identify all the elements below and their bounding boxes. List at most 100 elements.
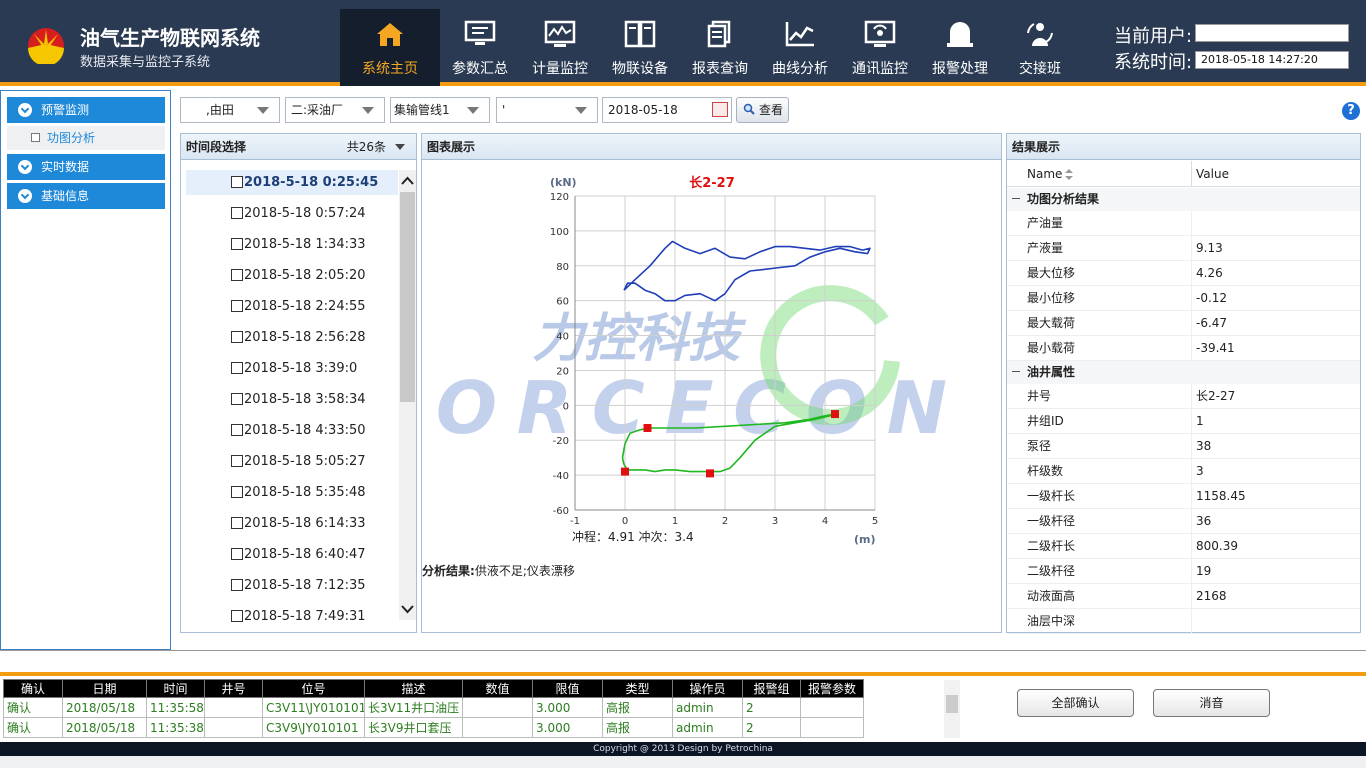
checkbox[interactable] (231, 207, 243, 219)
grid-row[interactable]: 油层中深 (1007, 609, 1360, 634)
nav-meter-monitor[interactable]: 计量监控 (520, 9, 600, 86)
name-column-header[interactable]: Name (1027, 161, 1062, 187)
grid-row[interactable]: 杆级数 3 (1007, 459, 1360, 484)
time-list-item[interactable]: 2018-5-18 2:56:28 (186, 325, 398, 356)
record-count-dropdown[interactable]: 共26条 (347, 134, 386, 160)
checkbox[interactable] (231, 610, 243, 622)
grid-row[interactable]: 最大载荷 -6.47 (1007, 311, 1360, 336)
alarm-column-header[interactable]: 井号 (204, 679, 263, 698)
alarm-column-header[interactable]: 操作员 (672, 679, 743, 698)
scroll-up-icon[interactable] (399, 170, 416, 192)
time-list-item[interactable]: 2018-5-18 6:14:33 (186, 511, 398, 542)
checkbox[interactable] (231, 393, 243, 405)
time-list-scrollbar[interactable] (399, 170, 416, 620)
alarm-row[interactable]: 确认 2018/05/18 11:35:38 C3V9\JY010101 长3V9井口套… (3, 717, 864, 738)
nav-iot-device[interactable]: 物联设备 (600, 9, 680, 86)
time-list-item[interactable]: 2018-5-18 7:12:35 (186, 573, 398, 604)
sidebar-section-label: 实时数据 (41, 160, 90, 174)
sidebar-section-realtime[interactable]: 实时数据 (7, 154, 165, 180)
grid-row[interactable]: 泵径 38 (1007, 434, 1360, 459)
nav-shift-handover[interactable]: 交接班 (1000, 9, 1080, 86)
alarm-row[interactable]: 确认 2018/05/18 11:35:58 C3V11\JY010101 长3V11井… (3, 697, 864, 718)
time-list-item[interactable]: 2018-5-18 0:57:24 (186, 201, 398, 232)
grid-row[interactable]: 产油量 (1007, 211, 1360, 236)
time-list-item[interactable]: 2018-5-18 5:05:27 (186, 449, 398, 480)
sidebar-item-dynagraph[interactable]: 功图分析 (7, 126, 165, 150)
grid-row[interactable]: 产液量 9.13 (1007, 236, 1360, 261)
alarm-confirm-cell[interactable]: 确认 (3, 717, 63, 738)
checkbox[interactable] (231, 331, 243, 343)
checkbox[interactable] (231, 579, 243, 591)
grid-row[interactable]: 二级杆长 800.39 (1007, 534, 1360, 559)
time-list-item[interactable]: 2018-5-18 6:40:47 (186, 542, 398, 573)
checkbox[interactable] (231, 548, 243, 560)
checkbox[interactable] (231, 424, 243, 436)
time-list-item[interactable]: 2018-5-18 3:39:0 (186, 356, 398, 387)
time-list-item[interactable]: 2018-5-18 2:24:55 (186, 294, 398, 325)
sidebar-section-warning[interactable]: 预警监测 (7, 97, 165, 123)
grid-row[interactable]: 最小载荷 -39.41 (1007, 336, 1360, 361)
time-list-item[interactable]: 2018-5-18 1:34:33 (186, 232, 398, 263)
confirm-all-button[interactable]: 全部确认 (1017, 689, 1134, 717)
help-icon[interactable]: ? (1342, 102, 1360, 120)
time-list-item[interactable]: 2018-5-18 7:49:31 (186, 604, 398, 635)
checkbox[interactable] (231, 362, 243, 374)
calendar-icon[interactable] (712, 102, 728, 117)
alarm-column-header[interactable]: 时间 (146, 679, 205, 698)
alarm-column-header[interactable]: 数值 (462, 679, 533, 698)
checkbox[interactable] (231, 238, 243, 250)
checkbox[interactable] (231, 176, 243, 188)
alarm-confirm-cell[interactable]: 确认 (3, 697, 63, 718)
sidebar-section-basic-info[interactable]: 基础信息 (7, 183, 165, 209)
checkbox[interactable] (231, 486, 243, 498)
alarm-column-header[interactable]: 确认 (3, 679, 63, 698)
nav-curve-analysis[interactable]: 曲线分析 (760, 9, 840, 86)
alarm-column-header[interactable]: 描述 (364, 679, 463, 698)
nav-report-query[interactable]: 报表查询 (680, 9, 760, 86)
view-button[interactable]: 查看 (736, 97, 789, 123)
scroll-thumb[interactable] (946, 695, 958, 713)
time-list-item[interactable]: 2018-5-18 0:25:45 (186, 170, 398, 195)
plant-select[interactable]: 二:采油厂 (285, 97, 385, 123)
value-column-header[interactable]: Value (1196, 161, 1229, 187)
well-select[interactable]: ' (496, 97, 598, 123)
checkbox[interactable] (231, 517, 243, 529)
scroll-down-icon[interactable] (399, 598, 416, 620)
grid-row[interactable]: 最小位移 -0.12 (1007, 286, 1360, 311)
oilfield-select[interactable]: ,由田 (180, 97, 280, 123)
checkbox[interactable] (231, 455, 243, 467)
grid-row[interactable]: 井号 长2-27 (1007, 384, 1360, 409)
grid-row[interactable]: 一级杆长 1158.45 (1007, 484, 1360, 509)
nav-alarm-handling[interactable]: 报警处理 (920, 9, 1000, 86)
time-list-item[interactable]: 2018-5-18 4:33:50 (186, 418, 398, 449)
alarm-column-header[interactable]: 位号 (262, 679, 365, 698)
grid-group[interactable]: 油井属性 (1007, 361, 1360, 384)
alarm-scrollbar[interactable] (944, 680, 960, 738)
chevron-down-icon[interactable] (395, 144, 405, 150)
nav-system-home[interactable]: 系统主页 (340, 9, 440, 86)
time-list-item[interactable]: 2018-5-18 2:05:20 (186, 263, 398, 294)
collapse-icon[interactable] (1012, 198, 1020, 199)
grid-group[interactable]: 功图分析结果 (1007, 188, 1360, 211)
alarm-column-header[interactable]: 报警参数 (800, 679, 864, 698)
alarm-column-header[interactable]: 类型 (602, 679, 673, 698)
alarm-column-header[interactable]: 限值 (532, 679, 603, 698)
checkbox[interactable] (231, 300, 243, 312)
grid-row[interactable]: 二级杆径 19 (1007, 559, 1360, 584)
nav-comm-monitor[interactable]: 通讯监控 (840, 9, 920, 86)
grid-row[interactable]: 一级杆径 36 (1007, 509, 1360, 534)
alarm-column-header[interactable]: 日期 (62, 679, 147, 698)
alarm-column-header[interactable]: 报警组 (742, 679, 801, 698)
mute-button[interactable]: 消音 (1153, 689, 1270, 717)
grid-row[interactable]: 动液面高 2168 (1007, 584, 1360, 609)
scroll-thumb[interactable] (400, 192, 415, 402)
pipeline-select[interactable]: 集输管线1 (390, 97, 490, 123)
grid-row[interactable]: 最大位移 4.26 (1007, 261, 1360, 286)
sort-icon[interactable] (1065, 169, 1073, 180)
collapse-icon[interactable] (1012, 371, 1020, 372)
nav-param-summary[interactable]: 参数汇总 (440, 9, 520, 86)
time-list-item[interactable]: 2018-5-18 3:58:34 (186, 387, 398, 418)
checkbox[interactable] (231, 269, 243, 281)
grid-row[interactable]: 井组ID 1 (1007, 409, 1360, 434)
time-list-item[interactable]: 2018-5-18 5:35:48 (186, 480, 398, 511)
